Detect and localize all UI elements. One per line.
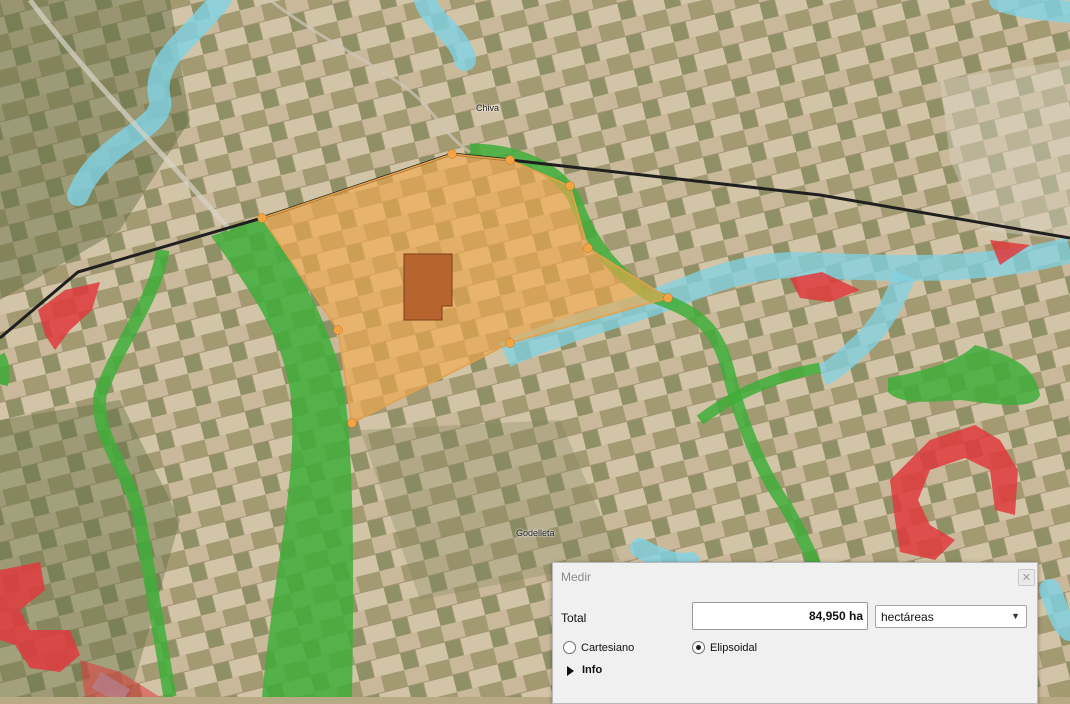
measure-dialog: Medir ✕ Total 84,950 ha hectáreas ▼ Cart… [552,562,1038,704]
chevron-down-icon: ▼ [1011,611,1020,621]
close-icon[interactable]: ✕ [1018,569,1035,586]
cartesian-radio[interactable] [563,641,576,654]
unit-dropdown[interactable]: hectáreas ▼ [875,605,1027,628]
total-label: Total [561,611,587,625]
dialog-title: Medir [561,570,592,584]
ellipsoidal-label: Elipsoidal [710,642,758,654]
place-label-chiva: Chiva [476,103,500,113]
cartesian-label: Cartesiano [581,642,635,654]
river-zone [989,0,1070,23]
green-corridor [0,352,10,387]
place-label-godelleta: Godelleta [516,528,555,538]
total-value-field[interactable]: 84,950 ha [692,602,868,630]
radio-selected-dot [696,645,701,650]
info-toggle[interactable]: Info [582,664,602,676]
ellipsoidal-radio[interactable] [692,641,705,654]
unit-dropdown-value: hectáreas [881,610,934,624]
expand-arrow-icon[interactable] [567,666,574,676]
